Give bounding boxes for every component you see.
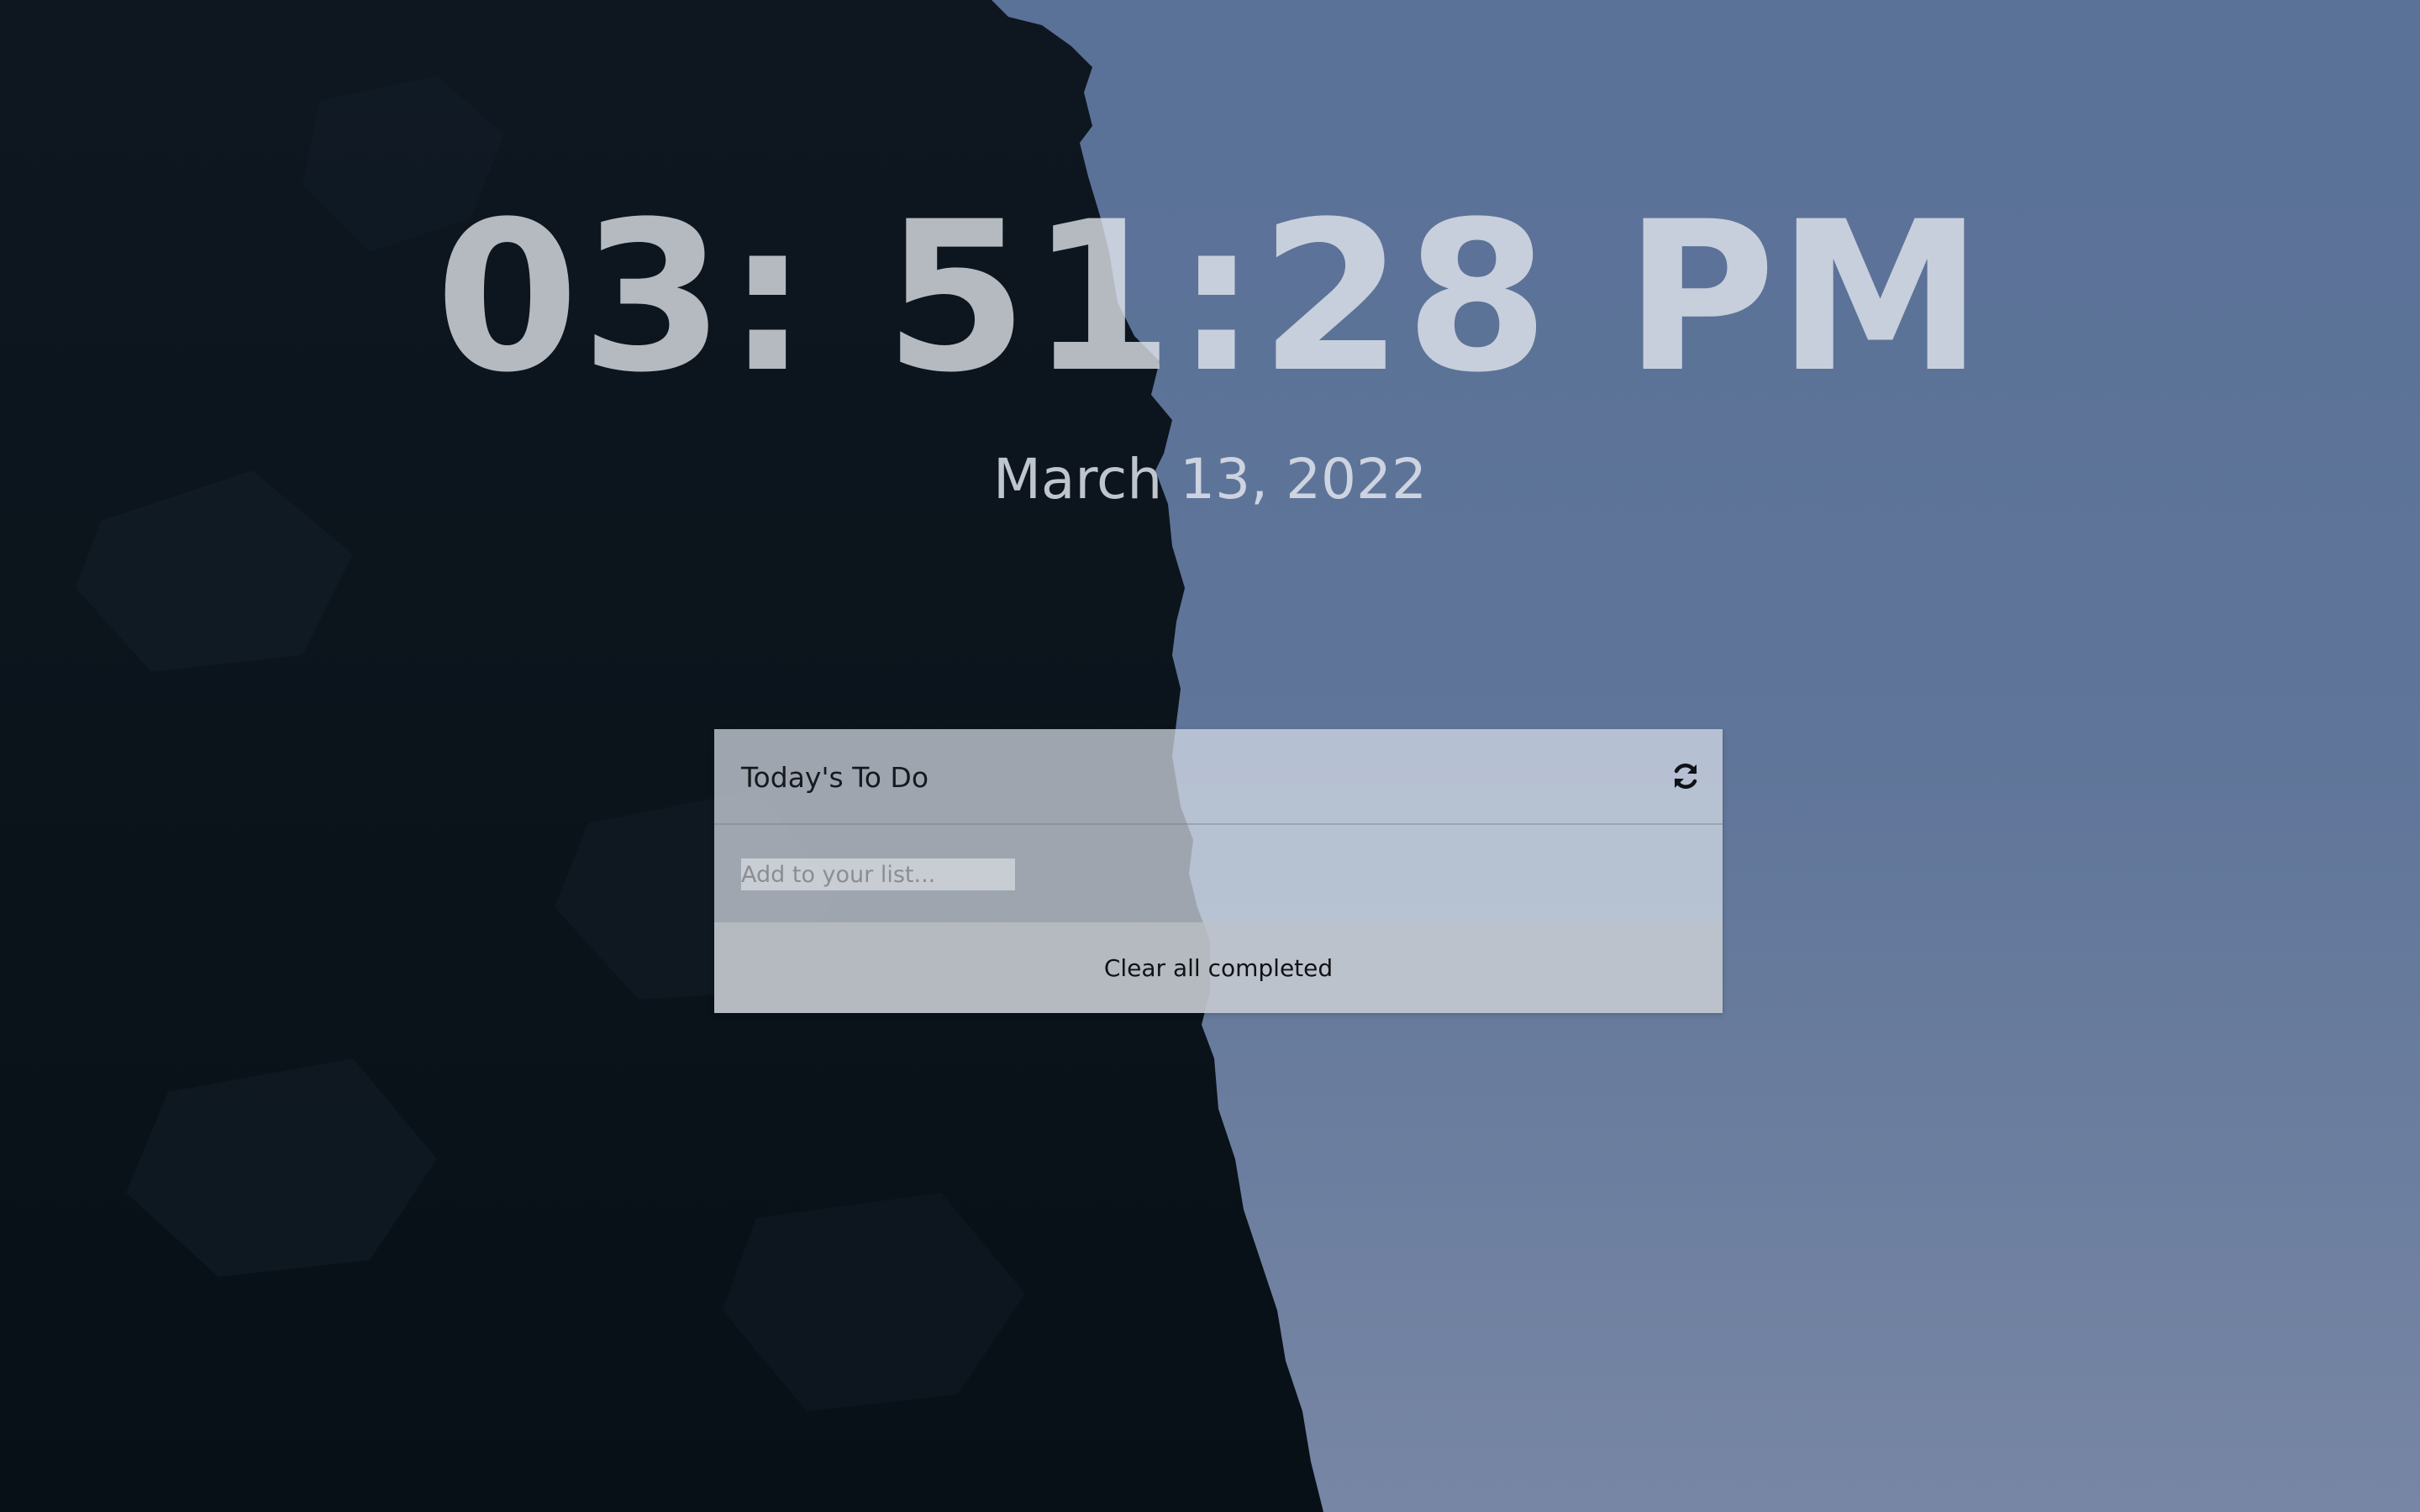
add-todo-input[interactable]: [741, 858, 1015, 890]
todo-widget: Today's To Do Clear all completed: [714, 729, 1723, 1013]
date-display: March 13, 2022: [992, 447, 1428, 512]
clock-time: 03: 51:28 PM: [434, 178, 1986, 418]
todo-footer: Clear all completed: [714, 922, 1723, 1013]
todo-input-row: [714, 825, 1723, 922]
todo-header: Today's To Do: [714, 729, 1723, 825]
todo-title: Today's To Do: [741, 761, 929, 794]
refresh-icon[interactable]: [1669, 759, 1702, 793]
clear-completed-button[interactable]: Clear all completed: [714, 954, 1723, 982]
